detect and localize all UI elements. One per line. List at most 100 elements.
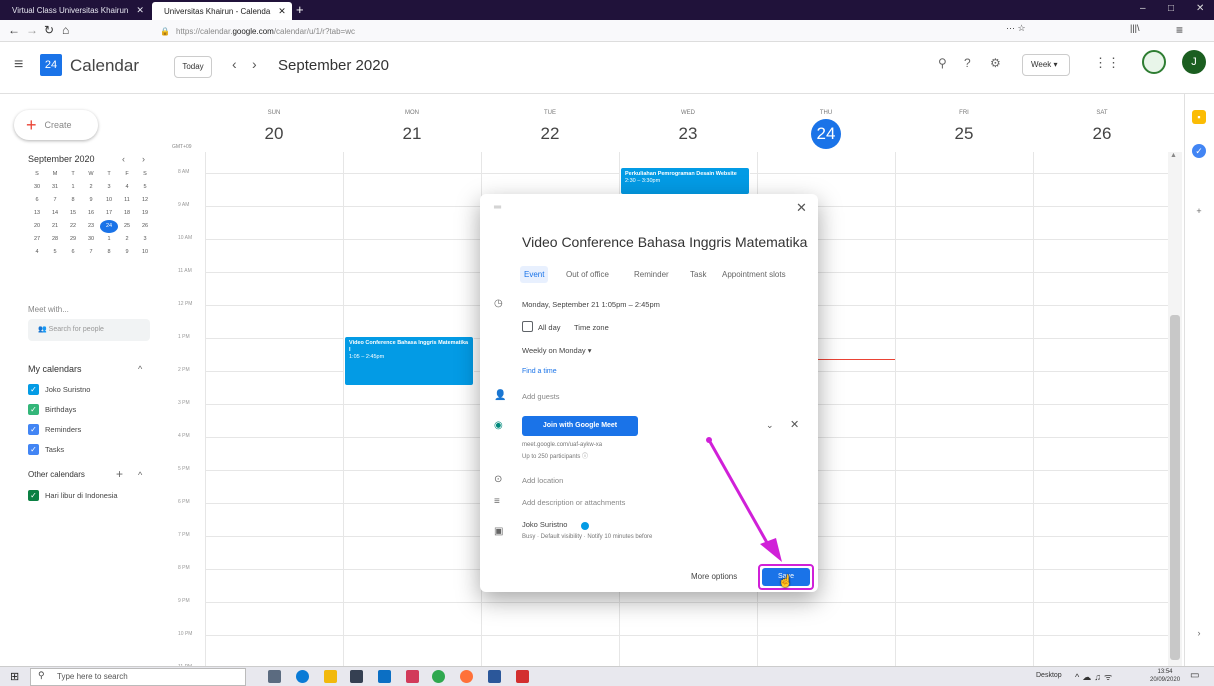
firefox-icon[interactable] <box>460 670 473 683</box>
mini-day[interactable]: 22 <box>64 220 82 233</box>
mini-day[interactable]: 14 <box>46 207 64 220</box>
mini-day[interactable]: 25 <box>118 220 136 233</box>
mini-day[interactable]: 16 <box>82 207 100 220</box>
mini-day[interactable]: 13 <box>28 207 46 220</box>
page-actions-icon[interactable]: ··· ☆ <box>1006 23 1026 34</box>
forward-icon[interactable]: → <box>26 23 38 37</box>
mini-day[interactable]: 9 <box>82 194 100 207</box>
mini-day[interactable]: 10 <box>100 194 118 207</box>
main-menu-icon[interactable]: ≡ <box>14 56 23 74</box>
day-number[interactable]: 26 <box>1033 124 1171 144</box>
settings-icon[interactable]: ⚙ <box>990 56 1001 70</box>
mini-day[interactable]: 28 <box>46 233 64 246</box>
join-google-meet-button[interactable]: Join with Google Meet <box>522 416 638 436</box>
tab-close-icon[interactable]: ✕ <box>136 5 144 16</box>
day-number[interactable]: 21 <box>343 124 481 144</box>
mini-day[interactable]: 30 <box>28 181 46 194</box>
mini-day[interactable]: 1 <box>64 181 82 194</box>
calendar-checkbox-icon[interactable]: ✓ <box>28 423 39 435</box>
add-guests-input[interactable]: Add guests <box>522 392 560 401</box>
other-calendars-title[interactable]: Other calendars <box>28 470 85 479</box>
tab-close-icon[interactable]: ✕ <box>278 6 286 17</box>
mini-day[interactable]: 11 <box>118 194 136 207</box>
calendar-item[interactable]: ✓ Reminders <box>28 422 81 436</box>
meet-link[interactable]: meet.google.com/uaf-aykw-xa <box>522 442 602 448</box>
mini-prev-icon[interactable]: ‹ <box>122 154 125 164</box>
mini-day[interactable]: 5 <box>136 181 154 194</box>
add-addon-icon[interactable]: + <box>1192 204 1206 218</box>
day-number[interactable]: 20 <box>205 124 343 144</box>
find-a-time-link[interactable]: Find a time <box>522 368 557 375</box>
event-video-conference[interactable]: Video Conference Bahasa Inggris Matemati… <box>344 336 474 386</box>
new-tab-button[interactable]: + <box>296 2 304 17</box>
mini-day[interactable]: 12 <box>136 194 154 207</box>
mini-day[interactable]: 19 <box>136 207 154 220</box>
calendar-checkbox-icon[interactable]: ✓ <box>28 489 39 501</box>
mini-day[interactable]: 6 <box>28 194 46 207</box>
tab-reminder[interactable]: Reminder <box>630 266 673 283</box>
add-calendar-icon[interactable]: + <box>116 467 123 481</box>
tasks-icon[interactable]: ✓ <box>1192 144 1206 158</box>
day-number[interactable]: 22 <box>481 124 619 144</box>
create-button[interactable]: + Create <box>14 110 98 140</box>
search-icon[interactable]: ⚲ <box>938 56 947 70</box>
mail-icon[interactable] <box>378 670 391 683</box>
scroll-up-icon[interactable]: ▲ <box>1170 152 1177 159</box>
calendar-owner[interactable]: Joko Suristno <box>522 520 567 529</box>
recurrence-select[interactable]: Weekly on Monday ▾ <box>522 346 592 355</box>
tab-calendar[interactable]: Universitas Khairun - Calenda ✕ <box>152 2 292 20</box>
mini-day[interactable]: 9 <box>118 246 136 259</box>
edge-icon[interactable] <box>296 670 309 683</box>
word-icon[interactable] <box>488 670 501 683</box>
mini-day[interactable]: 7 <box>82 246 100 259</box>
day-number[interactable]: 23 <box>619 124 757 144</box>
day-number[interactable]: 25 <box>895 124 1033 144</box>
my-calendars-title[interactable]: My calendars <box>28 364 82 374</box>
chevron-down-icon[interactable]: ⌄ <box>766 420 774 431</box>
minimize-icon[interactable]: – <box>1140 3 1146 14</box>
taskbar-clock[interactable]: 13:54 20/09/2020 <box>1150 668 1180 684</box>
remove-meet-icon[interactable]: ✕ <box>790 418 799 431</box>
mini-day[interactable]: 4 <box>118 181 136 194</box>
tab-appointment-slots[interactable]: Appointment slots <box>718 266 790 283</box>
calendar-checkbox-icon[interactable]: ✓ <box>28 383 39 395</box>
reload-icon[interactable]: ↻ <box>44 23 54 37</box>
mini-day[interactable]: 2 <box>82 181 100 194</box>
tab-out-of-office[interactable]: Out of office <box>562 266 613 283</box>
mini-day[interactable]: 8 <box>100 246 118 259</box>
add-location-input[interactable]: Add location <box>522 476 563 485</box>
mini-day[interactable]: 5 <box>46 246 64 259</box>
tab-task[interactable]: Task <box>686 266 710 283</box>
event-perkuliahan[interactable]: Perkuliahan Pemrograman Desain Website 2… <box>620 167 750 195</box>
library-icon[interactable]: |||\ <box>1130 23 1140 33</box>
tab-event[interactable]: Event <box>520 266 549 283</box>
mini-day[interactable]: 4 <box>28 246 46 259</box>
file-explorer-icon[interactable] <box>324 670 337 683</box>
tab-virtual-class[interactable]: Virtual Class Universitas Khairun ✕ <box>4 0 150 20</box>
mini-day[interactable]: 30 <box>82 233 100 246</box>
chrome-icon[interactable] <box>432 670 445 683</box>
info-icon[interactable]: ⓘ <box>582 454 588 460</box>
keep-icon[interactable]: ▪ <box>1192 110 1206 124</box>
mini-day[interactable]: 18 <box>118 207 136 220</box>
time-zone-button[interactable]: Time zone <box>574 323 609 332</box>
avatar[interactable]: J <box>1182 50 1206 74</box>
calendar-item[interactable]: ✓ Tasks <box>28 442 64 456</box>
mini-day[interactable]: 20 <box>28 220 46 233</box>
mini-day[interactable]: 3 <box>136 233 154 246</box>
all-day-checkbox[interactable] <box>522 321 533 332</box>
mini-day[interactable]: 2 <box>118 233 136 246</box>
calendar-item[interactable]: ✓ Joko Suristno <box>28 382 90 396</box>
windows-start-icon[interactable]: ⊞ <box>10 670 19 683</box>
taskbar-search-input[interactable]: Type here to search <box>30 668 246 686</box>
view-select[interactable]: Week ▾ <box>1022 54 1070 76</box>
mini-day[interactable]: 6 <box>64 246 82 259</box>
mini-day[interactable]: 17 <box>100 207 118 220</box>
mini-day[interactable]: 29 <box>64 233 82 246</box>
calendar-item[interactable]: ✓ Hari libur di Indonesia <box>28 488 118 502</box>
close-icon[interactable]: ✕ <box>796 200 807 216</box>
scrollbar-thumb[interactable] <box>1170 315 1180 660</box>
home-icon[interactable]: ⌂ <box>62 23 69 37</box>
store-icon[interactable] <box>350 670 363 683</box>
chevron-up-icon[interactable]: ^ <box>138 364 142 374</box>
